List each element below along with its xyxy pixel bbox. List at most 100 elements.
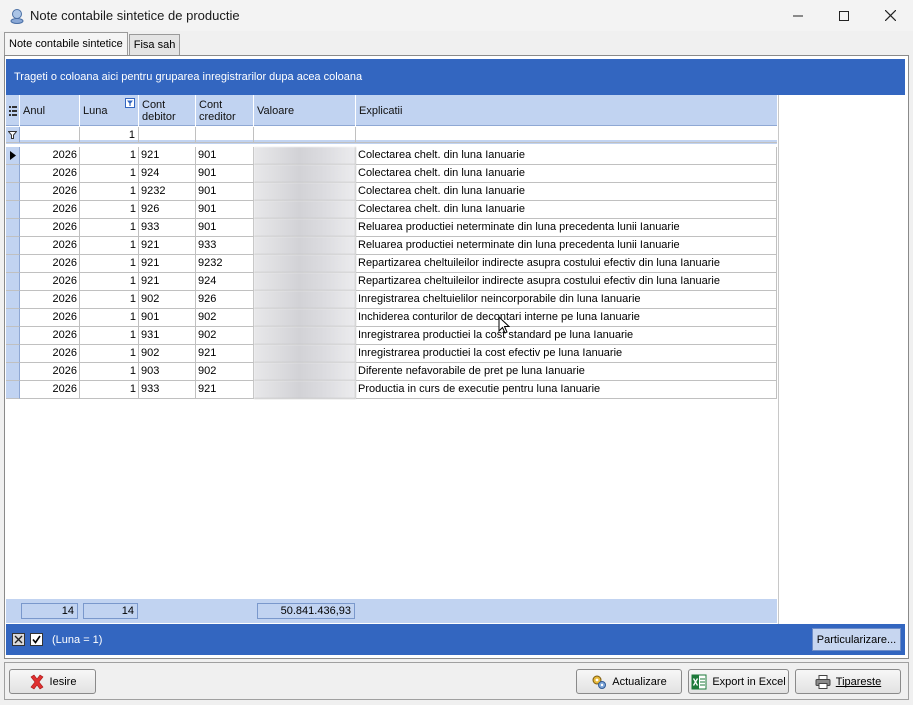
filter-valoare-input[interactable] [254, 127, 356, 143]
cell-credit[interactable]: 901 [196, 183, 254, 201]
cell-luna[interactable]: 1 [80, 291, 139, 309]
cell-debit[interactable]: 902 [139, 345, 196, 363]
cell-debit[interactable]: 921 [139, 273, 196, 291]
column-header-valoare[interactable]: Valoare [254, 95, 356, 126]
clear-filter-button[interactable] [12, 633, 25, 646]
column-chooser-button[interactable] [6, 95, 20, 126]
cell-credit[interactable]: 921 [196, 345, 254, 363]
cell-valoare-redacted[interactable] [254, 309, 356, 327]
cell-valoare-redacted[interactable] [254, 237, 356, 255]
cell-valoare-redacted[interactable] [254, 201, 356, 219]
cell-debit[interactable]: 933 [139, 381, 196, 399]
cell-anul[interactable]: 2026 [20, 309, 80, 327]
table-row[interactable]: 2026 1 902 921 Inregistrarea productiei la c… [6, 345, 777, 363]
cell-explicatii[interactable]: Productia in curs de executie pentru lun… [356, 381, 777, 399]
cell-anul[interactable]: 2026 [20, 291, 80, 309]
cell-luna[interactable]: 1 [80, 309, 139, 327]
exit-button[interactable]: Iesire [9, 669, 96, 694]
cell-anul[interactable]: 2026 [20, 273, 80, 291]
cell-luna[interactable]: 1 [80, 255, 139, 273]
cell-valoare-redacted[interactable] [254, 345, 356, 363]
cell-anul[interactable]: 2026 [20, 219, 80, 237]
filter-active-icon[interactable] [125, 98, 135, 108]
cell-explicatii[interactable]: Colectarea chelt. din luna Ianuarie [356, 165, 777, 183]
cell-debit[interactable]: 903 [139, 363, 196, 381]
table-row[interactable]: 2026 1 903 902 Diferente nefavorabile de pre… [6, 363, 777, 381]
minimize-button[interactable] [775, 0, 821, 31]
filter-anul-input[interactable] [20, 127, 80, 143]
table-row[interactable]: 2026 1 902 926 Inregistrarea cheltuielilor n… [6, 291, 777, 309]
table-row[interactable]: 2026 1 924 901 Colectarea chelt. din luna Ia… [6, 165, 777, 183]
row-indicator[interactable] [6, 201, 20, 219]
row-indicator[interactable] [6, 237, 20, 255]
cell-debit[interactable]: 9232 [139, 183, 196, 201]
row-indicator[interactable] [6, 255, 20, 273]
cell-valoare-redacted[interactable] [254, 327, 356, 345]
column-header-cont-creditor[interactable]: Cont creditor [196, 95, 254, 126]
cell-credit[interactable]: 926 [196, 291, 254, 309]
cell-debit[interactable]: 901 [139, 309, 196, 327]
row-indicator[interactable] [6, 147, 20, 165]
filter-explicatii-input[interactable] [356, 127, 777, 143]
column-header-cont-debitor[interactable]: Cont debitor [139, 95, 196, 126]
cell-credit[interactable]: 921 [196, 381, 254, 399]
cell-debit[interactable]: 921 [139, 237, 196, 255]
cell-anul[interactable]: 2026 [20, 345, 80, 363]
cell-explicatii[interactable]: Colectarea chelt. din luna Ianuarie [356, 147, 777, 165]
cell-luna[interactable]: 1 [80, 219, 139, 237]
cell-valoare-redacted[interactable] [254, 273, 356, 291]
cell-valoare-redacted[interactable] [254, 381, 356, 399]
table-row[interactable]: 20261901902 Inchiderea conturilor de deco… [6, 309, 777, 327]
cell-luna[interactable]: 1 [80, 381, 139, 399]
row-indicator[interactable] [6, 345, 20, 363]
maximize-button[interactable] [821, 0, 867, 31]
cell-debit[interactable]: 931 [139, 327, 196, 345]
cell-anul[interactable]: 2026 [20, 381, 80, 399]
table-row[interactable]: 2026 1 921 924 Repartizarea cheltuileilor in… [6, 273, 777, 291]
cell-luna[interactable]: 1 [80, 183, 139, 201]
cell-credit[interactable]: 902 [196, 363, 254, 381]
cell-luna[interactable]: 1 [80, 201, 139, 219]
cell-explicatii[interactable]: Reluarea productiei neterminate din luna… [356, 219, 777, 237]
cell-credit[interactable]: 9232 [196, 255, 254, 273]
cell-anul[interactable]: 2026 [20, 255, 80, 273]
cell-credit[interactable]: 902 [196, 309, 254, 327]
cell-credit[interactable]: 933 [196, 237, 254, 255]
table-row[interactable]: 2026 1 9232 901 Colectarea chelt. din luna I… [6, 183, 777, 201]
cell-explicatii[interactable]: Repartizarea cheltuileilor indirecte asu… [356, 255, 777, 273]
cell-anul[interactable]: 2026 [20, 183, 80, 201]
row-indicator[interactable] [6, 309, 20, 327]
table-row[interactable]: 2026 1 921 933 Reluarea productiei netermina… [6, 237, 777, 255]
cell-debit[interactable]: 933 [139, 219, 196, 237]
table-row[interactable]: 2026 1 933 921 Productia in curs de executie… [6, 381, 777, 399]
cell-debit[interactable]: 921 [139, 255, 196, 273]
cell-explicatii[interactable]: Inregistrarea productiei la cost efectiv… [356, 345, 777, 363]
row-indicator[interactable] [6, 219, 20, 237]
tab-note-contabile[interactable]: Note contabile sintetice [4, 32, 128, 55]
cell-anul[interactable]: 2026 [20, 363, 80, 381]
column-header-explicatii[interactable]: Explicatii [356, 95, 777, 126]
cell-credit[interactable]: 901 [196, 201, 254, 219]
row-indicator[interactable] [6, 165, 20, 183]
cell-luna[interactable]: 1 [80, 165, 139, 183]
filter-cont-debitor-input[interactable] [139, 127, 196, 143]
cell-credit[interactable]: 901 [196, 147, 254, 165]
close-button[interactable] [867, 0, 913, 31]
cell-explicatii[interactable]: Reluarea productiei neterminate din luna… [356, 237, 777, 255]
table-row[interactable]: 2026 1 921 901 Colectarea chelt. din luna Ia… [6, 147, 777, 165]
cell-anul[interactable]: 2026 [20, 147, 80, 165]
column-header-luna[interactable]: Luna [80, 95, 139, 126]
cell-credit[interactable]: 902 [196, 327, 254, 345]
cell-debit[interactable]: 926 [139, 201, 196, 219]
cell-debit[interactable]: 921 [139, 147, 196, 165]
cell-valoare-redacted[interactable] [254, 165, 356, 183]
cell-anul[interactable]: 2026 [20, 165, 80, 183]
cell-valoare-redacted[interactable] [254, 291, 356, 309]
filter-expression[interactable]: (Luna = 1) [52, 634, 102, 646]
cell-luna[interactable]: 1 [80, 327, 139, 345]
cell-explicatii[interactable]: Inregistrarea productiei la cost standar… [356, 327, 777, 345]
row-indicator[interactable] [6, 363, 20, 381]
filter-cont-creditor-input[interactable] [196, 127, 254, 143]
cell-explicatii[interactable]: Colectarea chelt. din luna Ianuarie [356, 201, 777, 219]
table-row[interactable]: 2026 1 921 9232 Repartizarea cheltuileilor i… [6, 255, 777, 273]
